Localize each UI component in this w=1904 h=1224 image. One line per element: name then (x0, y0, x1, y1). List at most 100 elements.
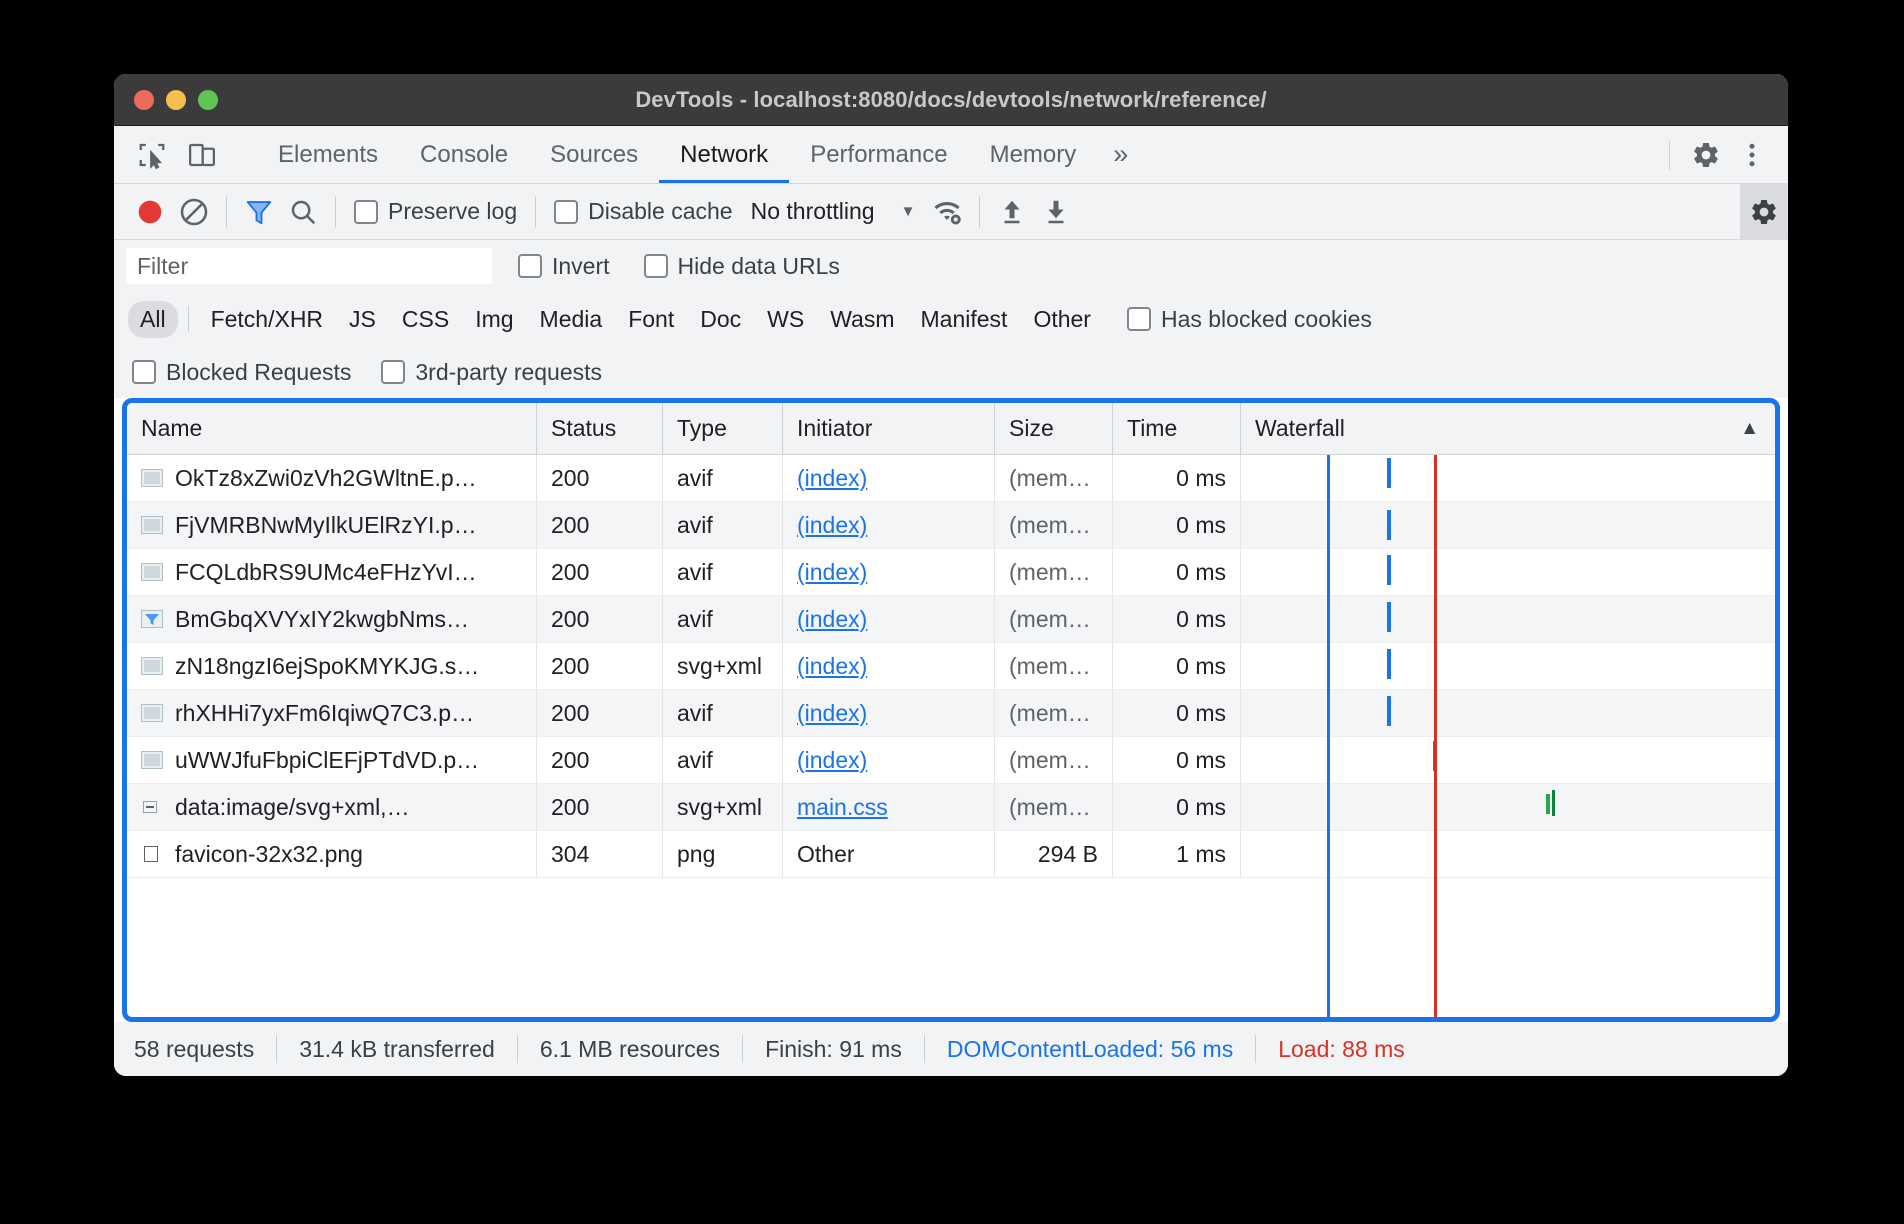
blocked-requests-checkbox[interactable]: Blocked Requests (132, 359, 359, 386)
preserve-log-box[interactable] (354, 200, 378, 224)
cell-type: png (663, 831, 783, 877)
cell-name[interactable]: zN18ngzI6ejSpoKMYKJG.s… (127, 643, 537, 689)
table-row[interactable]: OkTz8xZwi0zVh2GWltnE.p… 200 avif (index)… (127, 455, 1775, 502)
cell-name[interactable]: OkTz8xZwi0zVh2GWltnE.p… (127, 455, 537, 501)
blocked-requests-box[interactable] (132, 360, 156, 384)
filter-input[interactable]: Filter (126, 248, 492, 284)
table-row[interactable]: rhXHHi7yxFm6IqiwQ7C3.p… 200 avif (index)… (127, 690, 1775, 737)
column-header-time[interactable]: Time (1113, 403, 1241, 454)
tab-memory[interactable]: Memory (969, 126, 1098, 183)
tab-console[interactable]: Console (399, 126, 529, 183)
table-row[interactable]: FCQLdbRS9UMc4eFHzYvI… 200 avif (index) (… (127, 549, 1775, 596)
cell-initiator[interactable]: main.css (783, 784, 995, 830)
third-party-requests-checkbox[interactable]: 3rd-party requests (381, 359, 610, 386)
network-conditions-icon[interactable] (925, 190, 969, 234)
hide-data-urls-box[interactable] (644, 254, 668, 278)
cell-initiator[interactable]: (index) (783, 455, 995, 501)
traffic-lights (114, 90, 218, 110)
column-header-initiator[interactable]: Initiator (783, 403, 995, 454)
initiator-link[interactable]: (index) (797, 465, 867, 492)
cell-name[interactable]: data:image/svg+xml,… (127, 784, 537, 830)
invert-checkbox[interactable]: Invert (492, 253, 618, 280)
type-filter-js[interactable]: JS (337, 301, 388, 338)
chip-label: WS (767, 306, 804, 332)
more-vertical-icon[interactable] (1732, 135, 1772, 175)
table-row[interactable]: BmGbqXVYxIY2kwgbNms… 200 avif (index) (m… (127, 596, 1775, 643)
has-blocked-cookies-box[interactable] (1127, 307, 1151, 331)
hide-data-urls-checkbox[interactable]: Hide data URLs (618, 253, 848, 280)
throttling-dropdown[interactable]: No throttling ▼ (741, 198, 926, 225)
cell-name[interactable]: uWWJfuFbpiClEFjPTdVD.p… (127, 737, 537, 783)
initiator-link[interactable]: (index) (797, 606, 867, 633)
type-filter-all[interactable]: All (128, 301, 178, 338)
close-window-button[interactable] (134, 90, 154, 110)
initiator-link[interactable]: (index) (797, 559, 867, 586)
table-row[interactable]: FjVMRBNwMyIlkUElRzYI.p… 200 avif (index)… (127, 502, 1775, 549)
invert-box[interactable] (518, 254, 542, 278)
tab-sources[interactable]: Sources (529, 126, 659, 183)
has-blocked-cookies-checkbox[interactable]: Has blocked cookies (1105, 306, 1380, 333)
type-filter-doc[interactable]: Doc (688, 301, 753, 338)
type-filter-manifest[interactable]: Manifest (909, 301, 1020, 338)
cell-initiator[interactable]: (index) (783, 690, 995, 736)
column-header-status[interactable]: Status (537, 403, 663, 454)
record-button-icon[interactable] (128, 190, 172, 234)
initiator-link[interactable]: (index) (797, 512, 867, 539)
cell-initiator[interactable]: (index) (783, 596, 995, 642)
initiator-link[interactable]: (index) (797, 653, 867, 680)
preserve-log-checkbox[interactable]: Preserve log (346, 198, 525, 225)
type-filter-ws[interactable]: WS (755, 301, 816, 338)
cell-name[interactable]: BmGbqXVYxIY2kwgbNms… (127, 596, 537, 642)
cell-name[interactable]: favicon-32x32.png (127, 831, 537, 877)
cell-name[interactable]: FCQLdbRS9UMc4eFHzYvI… (127, 549, 537, 595)
table-row[interactable]: data:image/svg+xml,… 200 svg+xml main.cs… (127, 784, 1775, 831)
more-tabs-icon[interactable]: » (1097, 126, 1144, 183)
column-header-type[interactable]: Type (663, 403, 783, 454)
column-header-waterfall[interactable]: Waterfall ▲ (1241, 403, 1775, 454)
tab-performance[interactable]: Performance (789, 126, 968, 183)
type-filter-img[interactable]: Img (463, 301, 525, 338)
cell-time: 0 ms (1113, 502, 1241, 548)
cell-initiator[interactable]: (index) (783, 549, 995, 595)
cell-initiator[interactable]: (index) (783, 737, 995, 783)
column-header-name[interactable]: Name (127, 403, 537, 454)
inspect-element-icon[interactable] (132, 135, 172, 175)
filter-funnel-icon[interactable] (237, 190, 281, 234)
tab-elements[interactable]: Elements (257, 126, 399, 183)
export-har-icon[interactable] (1034, 190, 1078, 234)
cell-name[interactable]: rhXHHi7yxFm6IqiwQ7C3.p… (127, 690, 537, 736)
cell-size: (mem… (995, 737, 1113, 783)
tab-network[interactable]: Network (659, 126, 789, 183)
type-filter-other[interactable]: Other (1021, 301, 1103, 338)
device-toolbar-icon[interactable] (182, 135, 222, 175)
type-filter-wasm[interactable]: Wasm (818, 301, 906, 338)
table-row[interactable]: favicon-32x32.png 304 png Other 294 B 1 … (127, 831, 1775, 878)
type-filter-fetch-xhr[interactable]: Fetch/XHR (199, 301, 335, 338)
third-party-requests-box[interactable] (381, 360, 405, 384)
cell-name[interactable]: FjVMRBNwMyIlkUElRzYI.p… (127, 502, 537, 548)
column-header-size[interactable]: Size (995, 403, 1113, 454)
import-har-icon[interactable] (990, 190, 1034, 234)
network-settings-gear-icon[interactable] (1740, 184, 1788, 239)
hide-data-urls-label: Hide data URLs (678, 253, 840, 280)
cell-waterfall (1241, 502, 1775, 548)
cell-initiator[interactable]: (index) (783, 643, 995, 689)
gear-icon[interactable] (1686, 135, 1726, 175)
maximize-window-button[interactable] (198, 90, 218, 110)
cell-waterfall (1241, 690, 1775, 736)
table-row[interactable]: zN18ngzI6ejSpoKMYKJG.s… 200 svg+xml (ind… (127, 643, 1775, 690)
clear-icon[interactable] (172, 190, 216, 234)
search-icon[interactable] (281, 190, 325, 234)
initiator-link[interactable]: main.css (797, 794, 888, 821)
table-row[interactable]: uWWJfuFbpiClEFjPTdVD.p… 200 avif (index)… (127, 737, 1775, 784)
disable-cache-box[interactable] (554, 200, 578, 224)
cell-initiator[interactable]: (index) (783, 502, 995, 548)
requests-table-body: OkTz8xZwi0zVh2GWltnE.p… 200 avif (index)… (127, 455, 1775, 1017)
initiator-link[interactable]: (index) (797, 700, 867, 727)
type-filter-font[interactable]: Font (616, 301, 686, 338)
type-filter-css[interactable]: CSS (390, 301, 461, 338)
disable-cache-checkbox[interactable]: Disable cache (546, 198, 740, 225)
initiator-link[interactable]: (index) (797, 747, 867, 774)
minimize-window-button[interactable] (166, 90, 186, 110)
type-filter-media[interactable]: Media (528, 301, 615, 338)
